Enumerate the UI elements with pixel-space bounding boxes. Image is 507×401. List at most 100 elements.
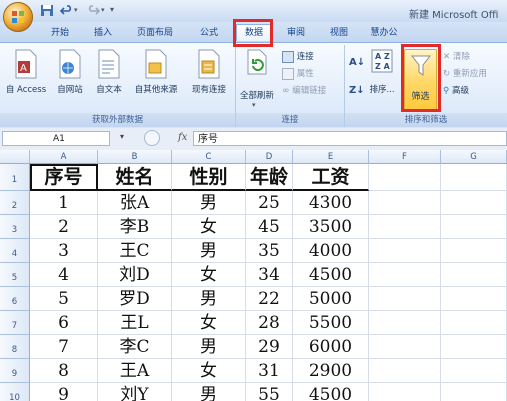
from-access-button[interactable]: A 自 Access <box>6 49 46 95</box>
data-cell[interactable]: 4500 <box>293 383 369 401</box>
tab-page-layout[interactable]: 页面布局 <box>128 25 182 41</box>
empty-cell[interactable] <box>369 383 441 401</box>
tab-view[interactable]: 视图 <box>323 25 355 41</box>
data-cell[interactable]: 1 <box>30 191 98 215</box>
row-header-10[interactable]: 10 <box>0 383 30 401</box>
name-box-dropdown-icon[interactable]: ▾ <box>120 132 124 141</box>
empty-cell[interactable] <box>441 383 507 401</box>
sort-z-to-a-button[interactable]: Z↓ <box>349 85 365 96</box>
column-header-G[interactable]: G <box>441 150 507 164</box>
data-cell[interactable]: 4000 <box>293 239 369 263</box>
existing-connections-button[interactable]: 现有连接 <box>188 49 230 95</box>
row-header-3[interactable]: 3 <box>0 215 30 239</box>
name-box[interactable]: A1 <box>2 131 110 146</box>
edit-links-button[interactable]: ∞ 编辑链接 <box>282 84 326 96</box>
data-cell[interactable]: 5 <box>30 287 98 311</box>
header-cell[interactable]: 姓名 <box>98 164 172 191</box>
empty-cell[interactable] <box>441 311 507 335</box>
empty-cell[interactable] <box>441 287 507 311</box>
connections-button[interactable]: 连接 <box>282 50 314 63</box>
column-header-F[interactable]: F <box>369 150 441 164</box>
empty-cell[interactable] <box>441 164 507 191</box>
from-other-sources-button[interactable]: 自其他来源 <box>132 49 180 95</box>
empty-cell[interactable] <box>441 335 507 359</box>
reapply-button[interactable]: ↻ 重新应用 <box>443 67 487 79</box>
data-cell[interactable]: 31 <box>246 359 293 383</box>
column-header-D[interactable]: D <box>246 150 293 164</box>
row-header-5[interactable]: 5 <box>0 263 30 287</box>
data-cell[interactable]: 2900 <box>293 359 369 383</box>
formula-input[interactable]: 序号 <box>193 131 507 146</box>
data-cell[interactable]: 9 <box>30 383 98 401</box>
column-header-B[interactable]: B <box>98 150 172 164</box>
column-header-C[interactable]: C <box>172 150 246 164</box>
empty-cell[interactable] <box>369 191 441 215</box>
data-cell[interactable]: 张A <box>98 191 172 215</box>
data-cell[interactable]: 李B <box>98 215 172 239</box>
data-cell[interactable]: 女 <box>172 359 246 383</box>
header-cell[interactable]: 序号 <box>30 164 98 191</box>
header-cell[interactable]: 年龄 <box>246 164 293 191</box>
data-cell[interactable]: 4 <box>30 263 98 287</box>
data-cell[interactable]: 王L <box>98 311 172 335</box>
tab-home[interactable]: 开始 <box>44 25 76 41</box>
advanced-filter-button[interactable]: ⚲ 高级 <box>443 84 469 96</box>
empty-cell[interactable] <box>369 263 441 287</box>
row-header-1[interactable]: 1 <box>0 164 30 191</box>
data-cell[interactable]: 3 <box>30 239 98 263</box>
data-cell[interactable]: 55 <box>246 383 293 401</box>
data-cell[interactable]: 7 <box>30 335 98 359</box>
fx-icon[interactable]: fx <box>178 132 187 143</box>
data-cell[interactable]: 5000 <box>293 287 369 311</box>
data-cell[interactable]: 29 <box>246 335 293 359</box>
empty-cell[interactable] <box>441 263 507 287</box>
from-text-button[interactable]: 自文本 <box>92 49 126 95</box>
data-cell[interactable]: 男 <box>172 239 246 263</box>
clear-filter-button[interactable]: ✕ 清除 <box>443 50 470 62</box>
empty-cell[interactable] <box>369 239 441 263</box>
select-all-corner[interactable] <box>0 150 30 164</box>
data-cell[interactable]: 3500 <box>293 215 369 239</box>
data-cell[interactable]: 女 <box>172 263 246 287</box>
office-button[interactable] <box>3 2 33 32</box>
data-cell[interactable]: 6000 <box>293 335 369 359</box>
refresh-all-button[interactable]: 全部刷新 ▾ <box>238 49 276 109</box>
row-header-9[interactable]: 9 <box>0 359 30 383</box>
row-header-7[interactable]: 7 <box>0 311 30 335</box>
data-cell[interactable]: 5500 <box>293 311 369 335</box>
data-cell[interactable]: 王A <box>98 359 172 383</box>
empty-cell[interactable] <box>369 164 441 191</box>
sort-a-to-z-button[interactable]: A↓ <box>349 57 365 68</box>
from-web-button[interactable]: 自网站 <box>53 49 87 95</box>
data-cell[interactable]: 4500 <box>293 263 369 287</box>
data-cell[interactable]: 女 <box>172 311 246 335</box>
data-cell[interactable]: 女 <box>172 215 246 239</box>
data-cell[interactable]: 28 <box>246 311 293 335</box>
data-cell[interactable]: 王C <box>98 239 172 263</box>
empty-cell[interactable] <box>369 215 441 239</box>
save-icon[interactable] <box>40 4 54 17</box>
tab-insert[interactable]: 插入 <box>87 25 119 41</box>
tab-huibangong[interactable]: 慧办公 <box>364 25 404 41</box>
sort-button[interactable]: A ZZ A 排序... <box>367 49 397 95</box>
header-cell[interactable]: 性别 <box>172 164 246 191</box>
tab-review[interactable]: 审阅 <box>280 25 312 41</box>
data-cell[interactable]: 男 <box>172 383 246 401</box>
row-header-4[interactable]: 4 <box>0 239 30 263</box>
empty-cell[interactable] <box>441 215 507 239</box>
data-cell[interactable]: 2 <box>30 215 98 239</box>
row-header-2[interactable]: 2 <box>0 191 30 215</box>
data-cell[interactable]: 刘D <box>98 263 172 287</box>
column-header-E[interactable]: E <box>293 150 369 164</box>
redo-icon[interactable] <box>86 4 100 17</box>
data-cell[interactable]: 22 <box>246 287 293 311</box>
data-cell[interactable]: 25 <box>246 191 293 215</box>
tab-formulas[interactable]: 公式 <box>193 25 225 41</box>
data-cell[interactable]: 罗D <box>98 287 172 311</box>
data-cell[interactable]: 45 <box>246 215 293 239</box>
data-cell[interactable]: 李C <box>98 335 172 359</box>
empty-cell[interactable] <box>441 359 507 383</box>
data-cell[interactable]: 4300 <box>293 191 369 215</box>
data-cell[interactable]: 男 <box>172 335 246 359</box>
data-cell[interactable]: 刘Y <box>98 383 172 401</box>
